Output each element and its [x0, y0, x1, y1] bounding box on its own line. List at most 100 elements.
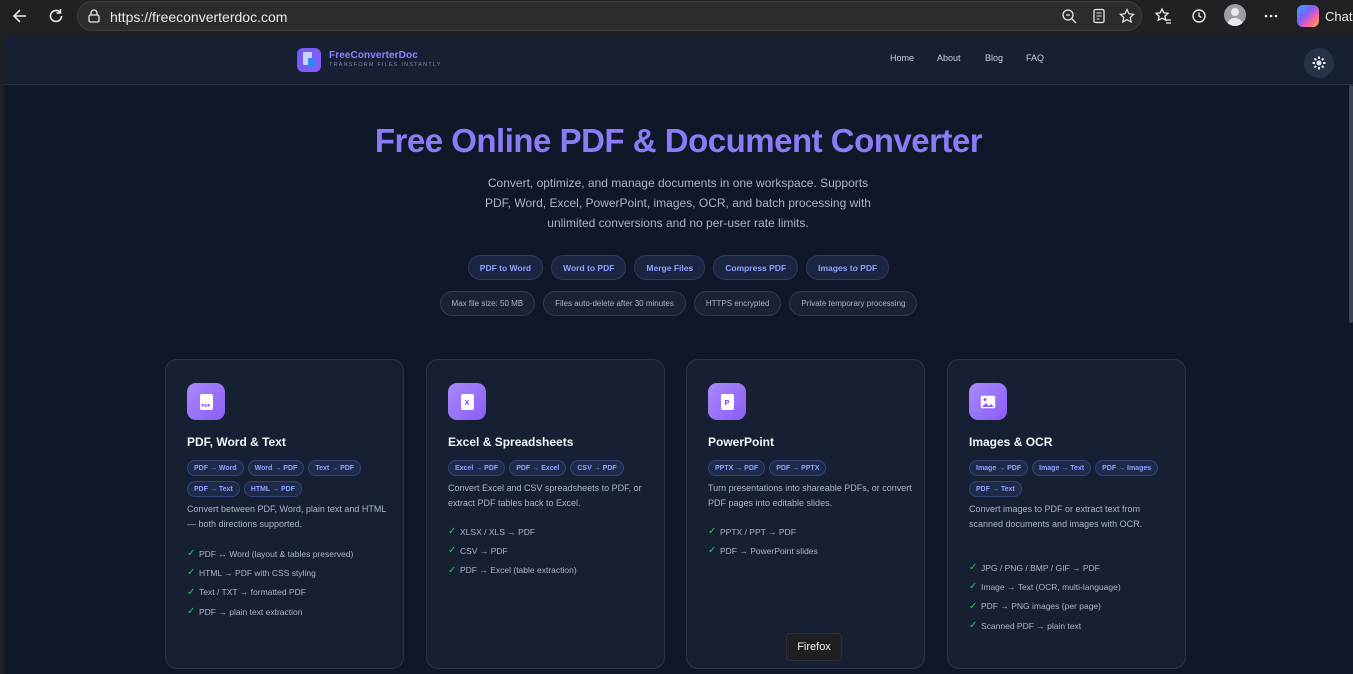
tag-pdf-to-excel[interactable]: PDF → Excel — [509, 460, 567, 476]
card-description: Convert Excel and CSV spreadsheets to PD… — [448, 483, 642, 508]
reload-icon[interactable] — [44, 4, 68, 28]
tag-html-to-pdf[interactable]: HTML → PDF — [243, 481, 302, 497]
list-item: ✓ Text / TXT → formatted PDF — [187, 586, 306, 598]
list-item: ✓ CSV → PDF — [448, 545, 508, 557]
zoom-icon[interactable] — [1061, 8, 1077, 24]
check-icon: ✓ — [448, 526, 457, 538]
card-powerpoint[interactable]: P PowerPoint PPTX → PDF PDF → PPTX Turn … — [686, 359, 925, 669]
quick-link-images-to-pdf[interactable]: Images to PDF — [806, 255, 890, 280]
check-icon: ✓ — [187, 606, 196, 618]
nav-home[interactable]: Home — [890, 53, 914, 63]
feature-list: ✓ XLSX / XLS → PDF ✓ CSV → PDF ✓ PDF → Exce… — [448, 522, 658, 580]
check-icon: ✓ — [708, 526, 717, 538]
tag-pdf-to-word[interactable]: PDF → Word — [187, 460, 244, 476]
check-icon: ✓ — [708, 545, 717, 557]
copilot-chat-button[interactable]: Chat — [1297, 4, 1353, 28]
hero-subtitle: Convert, optimize, and manage documents … — [485, 176, 871, 230]
tag-csv-to-pdf[interactable]: CSV → PDF — [570, 460, 624, 476]
pdf-file-icon: PDF — [187, 383, 225, 420]
brand-logo-icon[interactable] — [297, 48, 321, 72]
card-excel-spreadsheets[interactable]: X Excel & Spreadsheets Excel → PDF PDF →… — [426, 359, 665, 669]
url-text[interactable]: https://freeconverterdoc.com — [110, 9, 287, 25]
list-item: ✓ PPTX / PPT → PDF — [708, 526, 796, 538]
favorite-star-icon[interactable] — [1119, 8, 1135, 24]
feature-list: ✓ JPG / PNG / BMP / GIF → PDF ✓ Image → Te… — [969, 558, 1179, 635]
check-icon: ✓ — [448, 564, 457, 576]
card-description: Convert images to PDF or extract text fr… — [969, 504, 1143, 529]
image-icon — [969, 383, 1007, 420]
copilot-icon — [1297, 5, 1319, 27]
brand-name[interactable]: FreeConverterDoc — [329, 50, 418, 61]
info-auto-delete: Files auto-delete after 30 minutes — [543, 291, 686, 316]
tag-image-to-text[interactable]: Image → Text — [1032, 460, 1092, 476]
brand-tagline: TRANSFORM FILES INSTANTLY — [329, 62, 442, 68]
list-item: ✓ Image → Text (OCR, multi-language) — [969, 581, 1121, 593]
history-icon[interactable] — [1187, 4, 1211, 28]
tag-pdf-to-text[interactable]: PDF → Text — [969, 481, 1022, 497]
card-tags: Excel → PDF PDF → Excel CSV → PDF — [448, 460, 648, 476]
feature-list: ✓ PPTX / PPT → PDF ✓ PDF → PowerPoint slid… — [708, 522, 918, 561]
page-viewport: FreeConverterDoc TRANSFORM FILES INSTANT… — [4, 36, 1353, 674]
page-title: Free Online PDF & Document Converter — [374, 122, 983, 159]
check-icon: ✓ — [187, 586, 196, 598]
tag-word-to-pdf[interactable]: Word → PDF — [247, 460, 305, 476]
address-bar[interactable]: https://freeconverterdoc.com — [77, 1, 1142, 31]
card-title: Images & OCR — [969, 435, 1053, 449]
powerpoint-file-icon: P — [708, 383, 746, 420]
browser-toolbar: https://freeconverterdoc.com Chat — [0, 0, 1353, 32]
check-icon: ✓ — [969, 620, 978, 632]
check-icon: ✓ — [187, 548, 196, 560]
check-icon: ✓ — [187, 567, 196, 579]
list-item: ✓ XLSX / XLS → PDF — [448, 526, 536, 538]
site-header: FreeConverterDoc TRANSFORM FILES INSTANT… — [4, 36, 1353, 85]
scrollbar[interactable] — [1349, 85, 1353, 323]
nav-faq[interactable]: FAQ — [1026, 53, 1044, 63]
nav-blog[interactable]: Blog — [985, 53, 1003, 63]
excel-file-icon: X — [448, 383, 486, 420]
check-icon: ✓ — [969, 600, 978, 612]
check-icon: ✓ — [969, 581, 978, 593]
quick-link-compress-pdf[interactable]: Compress PDF — [713, 255, 799, 280]
info-https: HTTPS encrypted — [693, 291, 782, 316]
list-item: ✓ PDF → Excel (table extraction) — [448, 564, 577, 576]
card-images-ocr[interactable]: Images & OCR Image → PDF Image → Text PD… — [947, 359, 1186, 669]
feature-list: ✓ PDF ↔ Word (layout & tables preserved) … — [187, 544, 397, 621]
info-pills: Max file size: 50 MB Files auto-delete a… — [4, 291, 1353, 316]
site-info-icon[interactable] — [86, 8, 102, 24]
info-max-size: Max file size: 50 MB — [439, 291, 536, 316]
card-title: Excel & Spreadsheets — [448, 435, 574, 449]
tooltip: Firefox — [786, 633, 842, 661]
card-title: PowerPoint — [708, 435, 775, 449]
card-tags: PPTX → PDF PDF → PPTX — [708, 460, 908, 476]
tag-pdf-to-text[interactable]: PDF → Text — [187, 481, 240, 497]
chat-label: Chat — [1325, 8, 1353, 24]
reader-view-icon[interactable] — [1091, 8, 1107, 24]
more-menu-icon[interactable] — [1259, 4, 1283, 28]
list-item: ✓ PDF ↔ Word (layout & tables preserved) — [187, 548, 354, 560]
check-icon: ✓ — [448, 545, 457, 557]
list-item: ✓ HTML → PDF with CSS styling — [187, 567, 316, 579]
list-item: ✓ JPG / PNG / BMP / GIF → PDF — [969, 562, 1100, 574]
nav-about[interactable]: About — [937, 53, 961, 63]
tag-pptx-to-pdf[interactable]: PPTX → PDF — [708, 460, 766, 476]
list-item: ✓ PDF → PNG images (per page) — [969, 600, 1101, 612]
tag-excel-to-pdf[interactable]: Excel → PDF — [448, 460, 506, 476]
back-icon[interactable] — [8, 4, 32, 28]
quick-link-merge-files[interactable]: Merge Files — [634, 255, 706, 280]
check-icon: ✓ — [969, 562, 978, 574]
tag-pdf-to-pptx[interactable]: PDF → PPTX — [769, 460, 827, 476]
card-description: Convert between PDF, Word, plain text an… — [187, 504, 387, 529]
quick-links: PDF to Word Word to PDF Merge Files Comp… — [4, 255, 1353, 280]
card-tags: PDF → Word Word → PDF Text → PDF PDF → T… — [187, 460, 387, 497]
gear-icon — [1312, 56, 1326, 70]
quick-link-word-to-pdf[interactable]: Word to PDF — [551, 255, 627, 280]
tag-pdf-to-images[interactable]: PDF → Images — [1095, 460, 1159, 476]
quick-link-pdf-to-word[interactable]: PDF to Word — [467, 255, 544, 280]
tag-image-to-pdf[interactable]: Image → PDF — [969, 460, 1029, 476]
theme-toggle-button[interactable] — [1304, 48, 1334, 78]
card-pdf-word-text[interactable]: PDF PDF, Word & Text PDF → Word Word → P… — [165, 359, 404, 669]
card-title: PDF, Word & Text — [187, 435, 286, 449]
tag-text-to-pdf[interactable]: Text → PDF — [308, 460, 362, 476]
profile-avatar[interactable] — [1224, 4, 1246, 26]
favorites-icon[interactable] — [1151, 4, 1175, 28]
